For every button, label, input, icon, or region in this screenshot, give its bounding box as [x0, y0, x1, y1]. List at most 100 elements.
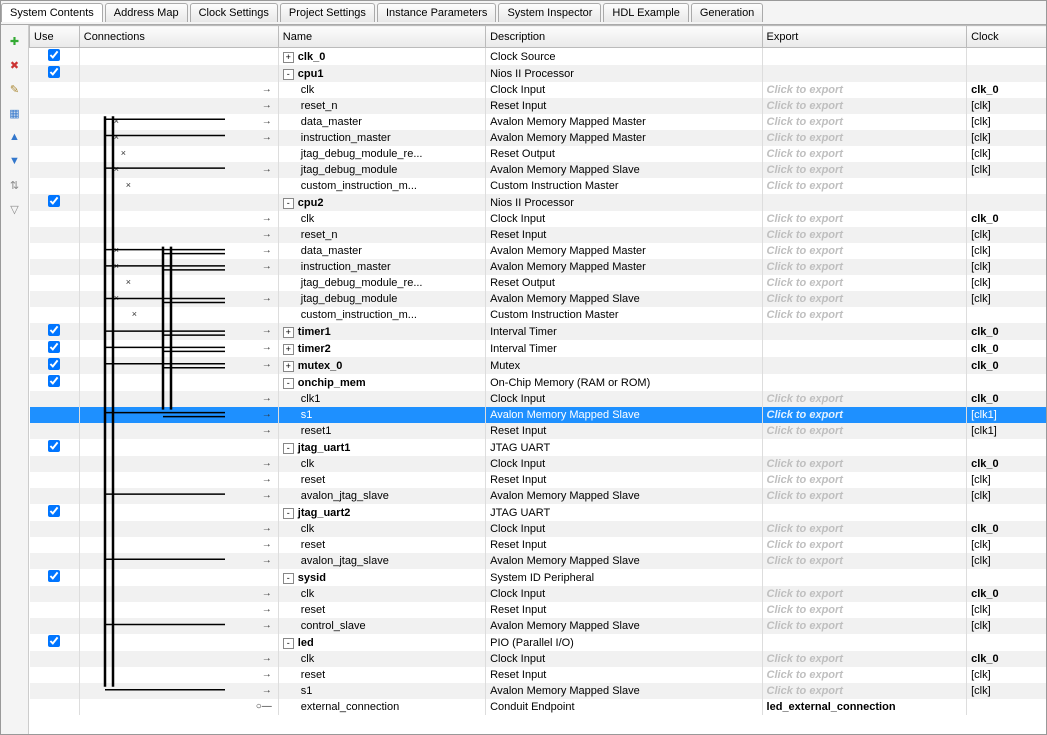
connections-cell[interactable]: [79, 48, 278, 66]
table-row[interactable]: →×data_masterAvalon Memory Mapped Master…: [30, 114, 1047, 130]
table-row[interactable]: ×custom_instruction_m...Custom Instructi…: [30, 178, 1047, 194]
row-export[interactable]: Click to export: [762, 291, 967, 307]
row-clock[interactable]: [967, 504, 1046, 521]
use-checkbox[interactable]: [48, 49, 60, 61]
row-export[interactable]: Click to export: [762, 307, 967, 323]
table-row[interactable]: →avalon_jtag_slaveAvalon Memory Mapped S…: [30, 488, 1047, 504]
col-header-export[interactable]: Export: [762, 26, 967, 48]
row-clock[interactable]: [clk]: [967, 275, 1046, 291]
connections-cell[interactable]: →×: [79, 291, 278, 307]
row-clock[interactable]: [clk]: [967, 243, 1046, 259]
connections-cell[interactable]: →: [79, 456, 278, 472]
table-row[interactable]: -jtag_uart1JTAG UART: [30, 439, 1047, 456]
row-export[interactable]: Click to export: [762, 553, 967, 569]
connections-cell[interactable]: →: [79, 667, 278, 683]
table-row[interactable]: →+mutex_0Mutexclk_0🔒0x000410380x0004103f: [30, 357, 1047, 374]
connections-cell[interactable]: →: [79, 618, 278, 634]
connections-cell[interactable]: →: [79, 472, 278, 488]
row-clock[interactable]: clk_0: [967, 357, 1046, 374]
table-row[interactable]: →clkClock InputClick to exportclk_0: [30, 456, 1047, 472]
row-export[interactable]: Click to export: [762, 227, 967, 243]
use-checkbox[interactable]: [48, 341, 60, 353]
down-button[interactable]: ▼: [6, 152, 24, 170]
row-clock[interactable]: [clk]: [967, 602, 1046, 618]
row-clock[interactable]: [967, 699, 1046, 715]
connections-cell[interactable]: [79, 569, 278, 586]
tab-instance-parameters[interactable]: Instance Parameters: [377, 3, 497, 22]
table-row[interactable]: →resetReset InputClick to export[clk]: [30, 537, 1047, 553]
row-export[interactable]: Click to export: [762, 407, 967, 423]
use-checkbox[interactable]: [48, 505, 60, 517]
table-row[interactable]: →resetReset InputClick to export[clk]: [30, 472, 1047, 488]
row-export[interactable]: [762, 374, 967, 391]
row-export[interactable]: Click to export: [762, 146, 967, 162]
row-clock[interactable]: clk_0: [967, 586, 1046, 602]
table-row[interactable]: →control_slaveAvalon Memory Mapped Slave…: [30, 618, 1047, 634]
table-row[interactable]: -onchip_memOn-Chip Memory (RAM or ROM): [30, 374, 1047, 391]
row-export[interactable]: Click to export: [762, 683, 967, 699]
row-export[interactable]: Click to export: [762, 259, 967, 275]
table-row[interactable]: ×jtag_debug_module_re...Reset OutputClic…: [30, 275, 1047, 291]
row-clock[interactable]: clk_0: [967, 521, 1046, 537]
collapse-icon[interactable]: -: [283, 443, 294, 454]
row-export[interactable]: [762, 569, 967, 586]
connections-cell[interactable]: →×: [79, 259, 278, 275]
row-export[interactable]: [762, 357, 967, 374]
tab-clock-settings[interactable]: Clock Settings: [190, 3, 278, 22]
col-header-description[interactable]: Description: [486, 26, 762, 48]
row-export[interactable]: Click to export: [762, 521, 967, 537]
row-export[interactable]: Click to export: [762, 391, 967, 407]
row-export[interactable]: Click to export: [762, 243, 967, 259]
delete-button[interactable]: ✖: [6, 56, 24, 74]
row-export[interactable]: Click to export: [762, 456, 967, 472]
connections-cell[interactable]: →: [79, 602, 278, 618]
row-clock[interactable]: [clk]: [967, 618, 1046, 634]
row-export[interactable]: [762, 439, 967, 456]
use-checkbox[interactable]: [48, 358, 60, 370]
table-row[interactable]: -ledPIO (Parallel I/O): [30, 634, 1047, 651]
filter-button[interactable]: ▽: [6, 200, 24, 218]
edit-button[interactable]: ✎: [6, 80, 24, 98]
table-row[interactable]: →s1Avalon Memory Mapped SlaveClick to ex…: [30, 683, 1047, 699]
row-clock[interactable]: clk_0: [967, 340, 1046, 357]
connections-cell[interactable]: →: [79, 323, 278, 340]
row-export[interactable]: Click to export: [762, 130, 967, 146]
row-export[interactable]: [762, 48, 967, 66]
connections-cell[interactable]: [79, 374, 278, 391]
collapse-icon[interactable]: -: [283, 69, 294, 80]
row-clock[interactable]: [967, 178, 1046, 194]
row-export[interactable]: Click to export: [762, 618, 967, 634]
connections-cell[interactable]: [79, 439, 278, 456]
row-clock[interactable]: [967, 569, 1046, 586]
table-row[interactable]: →clk1Clock InputClick to exportclk_0: [30, 391, 1047, 407]
table-row[interactable]: →+timer2Interval Timerclk_0🔒0x000010000x…: [30, 340, 1047, 357]
connections-cell[interactable]: →: [79, 340, 278, 357]
use-checkbox[interactable]: [48, 324, 60, 336]
row-clock[interactable]: clk_0: [967, 82, 1046, 98]
row-export[interactable]: [762, 323, 967, 340]
table-row[interactable]: →clkClock InputClick to exportclk_0: [30, 521, 1047, 537]
table-row[interactable]: →clkClock InputClick to exportclk_0: [30, 211, 1047, 227]
row-export[interactable]: Click to export: [762, 488, 967, 504]
use-checkbox[interactable]: [48, 440, 60, 452]
table-row[interactable]: →reset1Reset InputClick to export[clk1]: [30, 423, 1047, 439]
collapse-icon[interactable]: -: [283, 638, 294, 649]
connections-cell[interactable]: →: [79, 586, 278, 602]
table-row[interactable]: →s1Avalon Memory Mapped SlaveClick to ex…: [30, 407, 1047, 423]
conn-button[interactable]: ▦: [6, 104, 24, 122]
connections-cell[interactable]: →: [79, 423, 278, 439]
row-clock[interactable]: [clk]: [967, 537, 1046, 553]
row-clock[interactable]: [clk]: [967, 553, 1046, 569]
tab-system-inspector[interactable]: System Inspector: [498, 3, 601, 22]
col-header-connections[interactable]: Connections: [79, 26, 278, 48]
tab-system-contents[interactable]: System Contents: [1, 3, 103, 22]
row-clock[interactable]: [clk]: [967, 291, 1046, 307]
connections-cell[interactable]: →: [79, 407, 278, 423]
row-export[interactable]: Click to export: [762, 651, 967, 667]
connections-cell[interactable]: →: [79, 357, 278, 374]
connections-cell[interactable]: [79, 194, 278, 211]
row-export[interactable]: Click to export: [762, 178, 967, 194]
row-export[interactable]: [762, 504, 967, 521]
row-export[interactable]: Click to export: [762, 586, 967, 602]
table-row[interactable]: →resetReset InputClick to export[clk]: [30, 667, 1047, 683]
